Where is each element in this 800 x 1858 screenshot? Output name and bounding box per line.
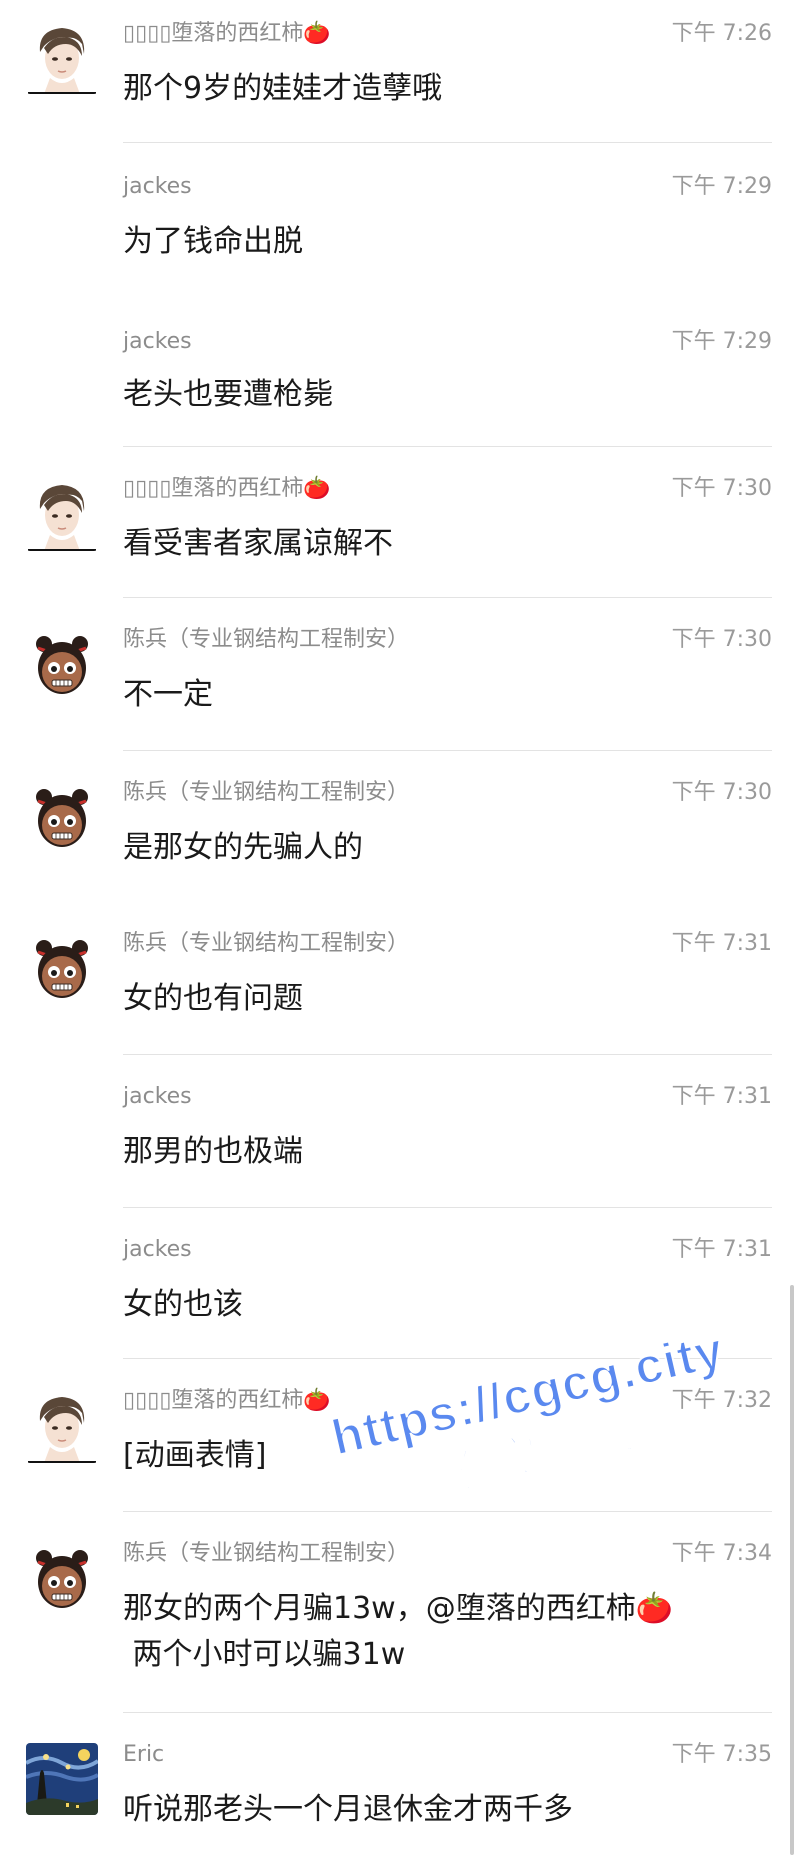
chat-message[interactable]: 陈兵（专业钢结构工程制安） 下午 7:30 不一定 xyxy=(0,598,800,750)
chat-message[interactable]: 陈兵（专业钢结构工程制安） 下午 7:34 那女的两个月骗13w，@堕落的西红柿… xyxy=(0,1512,800,1712)
message-time: 下午 7:30 xyxy=(671,780,772,805)
chat-message[interactable]: jackes 下午 7:29 为了钱命出脱 xyxy=(0,145,800,293)
message-time: 下午 7:31 xyxy=(671,931,772,956)
message-text[interactable]: 不一定 xyxy=(123,672,743,718)
scrollbar[interactable] xyxy=(790,1285,794,1855)
sender-name[interactable]: 陈兵（专业钢结构工程制安） xyxy=(123,1540,409,1568)
sender-name[interactable]: 陈兵（专业钢结构工程制安） xyxy=(123,930,409,958)
message-separator xyxy=(123,142,772,143)
chat-message[interactable]: ▯▯▯▯堕落的西红柿🍅 下午 7:30 看受害者家属谅解不 xyxy=(0,447,800,597)
chat-message[interactable]: jackes 下午 7:31 那男的也极端 xyxy=(0,1055,800,1207)
sender-name[interactable]: jackes xyxy=(123,1236,192,1264)
cartoon-girl-avatar[interactable] xyxy=(26,934,98,1006)
sender-name[interactable]: ▯▯▯▯堕落的西红柿🍅 xyxy=(123,1387,331,1415)
sender-name[interactable]: ▯▯▯▯堕落的西红柿🍅 xyxy=(123,20,331,48)
anime-boy-avatar[interactable] xyxy=(26,22,98,94)
chat-message[interactable]: 陈兵（专业钢结构工程制安） 下午 7:31 女的也有问题 xyxy=(0,902,800,1054)
sender-name[interactable]: jackes xyxy=(123,173,192,201)
sender-name[interactable]: 陈兵（专业钢结构工程制安） xyxy=(123,779,409,807)
message-time: 下午 7:34 xyxy=(671,1541,772,1566)
message-time: 下午 7:29 xyxy=(671,174,772,199)
chat-message[interactable]: ▯▯▯▯堕落的西红柿🍅 下午 7:32 [动画表情] xyxy=(0,1359,800,1511)
message-text[interactable]: 看受害者家属谅解不 xyxy=(123,521,743,567)
message-time: 下午 7:31 xyxy=(671,1237,772,1262)
chat-message-list[interactable]: ▯▯▯▯堕落的西红柿🍅 下午 7:26 那个9岁的娃娃才造孽哦 jackes 下… xyxy=(0,0,800,1858)
starry-night-avatar[interactable] xyxy=(26,1743,98,1815)
message-text[interactable]: 为了钱命出脱 xyxy=(123,219,743,265)
anime-boy-avatar[interactable] xyxy=(26,1391,98,1463)
cartoon-girl-avatar[interactable] xyxy=(26,1544,98,1616)
message-text[interactable]: [动画表情] xyxy=(123,1433,743,1479)
message-time: 下午 7:32 xyxy=(671,1388,772,1413)
message-time: 下午 7:35 xyxy=(671,1742,772,1767)
sender-name[interactable]: ▯▯▯▯堕落的西红柿🍅 xyxy=(123,475,331,503)
sender-name[interactable]: jackes xyxy=(123,328,192,356)
message-time: 下午 7:26 xyxy=(671,21,772,46)
message-time: 下午 7:30 xyxy=(671,476,772,501)
cartoon-girl-avatar[interactable] xyxy=(26,630,98,702)
chat-message[interactable]: jackes 下午 7:31 女的也该 xyxy=(0,1208,800,1360)
message-text[interactable]: 女的也有问题 xyxy=(123,976,743,1022)
message-text[interactable]: 那女的两个月骗13w，@堕落的西红柿🍅 两个小时可以骗31w xyxy=(123,1586,743,1678)
message-time: 下午 7:29 xyxy=(671,329,772,354)
message-text[interactable]: 那个9岁的娃娃才造孽哦 xyxy=(123,66,743,112)
chat-message[interactable]: Eric 下午 7:35 听说那老头一个月退休金才两千多 xyxy=(0,1713,800,1858)
message-text[interactable]: 那男的也极端 xyxy=(123,1129,743,1175)
sender-name[interactable]: 陈兵（专业钢结构工程制安） xyxy=(123,626,409,654)
chat-message[interactable]: jackes 下午 7:29 老头也要遭枪毙 xyxy=(0,300,800,444)
message-time: 下午 7:31 xyxy=(671,1084,772,1109)
message-time: 下午 7:30 xyxy=(671,627,772,652)
message-text[interactable]: 女的也该 xyxy=(123,1282,743,1328)
message-text[interactable]: 听说那老头一个月退休金才两千多 xyxy=(123,1787,743,1833)
message-text[interactable]: 是那女的先骗人的 xyxy=(123,825,743,871)
sender-name[interactable]: Eric xyxy=(123,1741,164,1769)
chat-message[interactable]: ▯▯▯▯堕落的西红柿🍅 下午 7:26 那个9岁的娃娃才造孽哦 xyxy=(0,0,800,144)
anime-boy-avatar[interactable] xyxy=(26,479,98,551)
cartoon-girl-avatar[interactable] xyxy=(26,783,98,855)
sender-name[interactable]: jackes xyxy=(123,1083,192,1111)
message-text[interactable]: 老头也要遭枪毙 xyxy=(123,372,743,418)
chat-message[interactable]: 陈兵（专业钢结构工程制安） 下午 7:30 是那女的先骗人的 xyxy=(0,751,800,903)
